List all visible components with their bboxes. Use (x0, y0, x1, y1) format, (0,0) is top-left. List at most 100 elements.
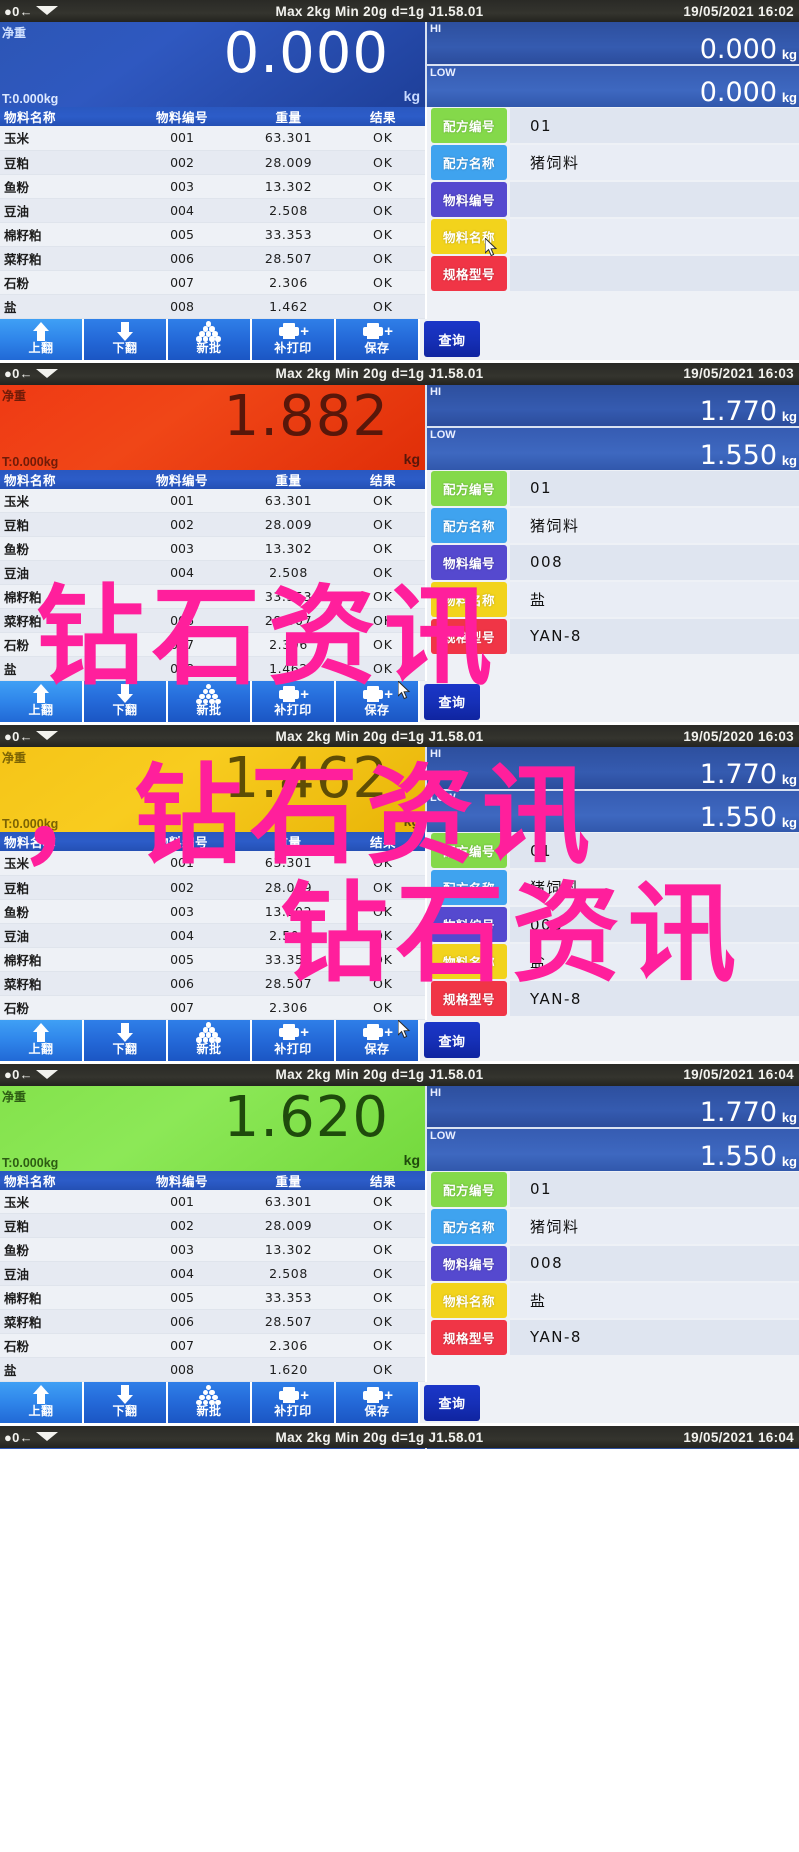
property-value-spec-model[interactable]: YAN-8 (510, 981, 799, 1016)
table-row[interactable]: 菜籽粕 006 28.507 OK (0, 246, 425, 271)
cell-result: OK (341, 246, 425, 271)
table-row[interactable]: 盐 008 1.620 OK (0, 1357, 425, 1382)
property-value-mat-name[interactable]: 盐 (510, 1282, 799, 1318)
toolbar-button-补打印[interactable]: + 补打印 (252, 681, 336, 722)
toolbar-button-上翻[interactable]: 上翻 (0, 1382, 84, 1423)
property-value-recipe-name[interactable]: 猪饲料 (510, 870, 799, 905)
property-key-mat-name[interactable]: 物料名称 (431, 944, 507, 979)
property-key-recipe-name[interactable]: 配方名称 (431, 1208, 507, 1244)
property-value-mat-no[interactable] (510, 182, 799, 217)
property-value-mat-no[interactable]: 008 (510, 907, 799, 942)
table-row[interactable]: 鱼粉 003 13.302 OK (0, 174, 425, 199)
property-value-spec-model[interactable] (510, 256, 799, 291)
property-value-mat-no[interactable]: 008 (510, 1245, 799, 1281)
table-row[interactable]: 盐 008 1.462 OK (0, 294, 425, 319)
property-key-recipe-no[interactable]: 配方编号 (431, 1171, 507, 1207)
property-value-recipe-no[interactable]: 01 (510, 470, 799, 506)
property-key-recipe-name[interactable]: 配方名称 (431, 870, 507, 905)
table-row[interactable]: 石粉 007 2.306 OK (0, 995, 425, 1020)
table-row[interactable]: 菜籽粕 006 28.507 OK (0, 971, 425, 996)
table-row[interactable]: 菜籽粕 006 28.507 OK (0, 608, 425, 633)
property-value-mat-name[interactable]: 盐 (510, 944, 799, 979)
property-value-mat-name[interactable]: 盐 (510, 581, 799, 617)
table-row[interactable]: 盐 008 1.462 OK (0, 656, 425, 681)
property-key-mat-no[interactable]: 物料编号 (431, 544, 507, 580)
table-row[interactable]: 豆油 004 2.508 OK (0, 1261, 425, 1286)
table-row[interactable]: 豆粕 002 28.009 OK (0, 875, 425, 900)
table-row[interactable]: 鱼粉 003 13.302 OK (0, 1237, 425, 1262)
property-key-spec-model[interactable]: 规格型号 (431, 618, 507, 654)
property-key-mat-no[interactable]: 物料编号 (431, 1245, 507, 1281)
table-row[interactable]: 菜籽粕 006 28.507 OK (0, 1309, 425, 1334)
low-limit-label: LOW (430, 429, 456, 441)
table-row[interactable]: 豆粕 002 28.009 OK (0, 1213, 425, 1238)
toolbar-button-保存[interactable]: + 保存 (336, 679, 420, 722)
table-row[interactable]: 玉米 001 63.301 OK (0, 851, 425, 876)
toolbar-button-补打印[interactable]: + 补打印 (252, 318, 336, 360)
property-key-recipe-name[interactable]: 配方名称 (431, 145, 507, 180)
table-row[interactable]: 石粉 007 2.306 OK (0, 632, 425, 657)
table-row[interactable]: 豆油 004 2.508 OK (0, 198, 425, 223)
table-row[interactable]: 玉米 001 63.301 OK (0, 126, 425, 151)
property-value-mat-name[interactable] (510, 219, 799, 254)
query-button[interactable]: 查询 (424, 683, 480, 720)
cell-result: OK (341, 1213, 425, 1238)
table-row[interactable]: 棉籽粕 005 33.353 OK (0, 584, 425, 609)
toolbar-button-下翻[interactable]: 下翻 (84, 318, 168, 360)
table-row[interactable]: 棉籽粕 005 33.353 OK (0, 1285, 425, 1310)
property-value-recipe-no[interactable]: 01 (510, 108, 799, 143)
property-key-spec-model[interactable]: 规格型号 (431, 1319, 507, 1355)
query-button[interactable]: 查询 (424, 321, 480, 357)
toolbar-button-补打印[interactable]: + 补打印 (252, 1019, 336, 1061)
toolbar-button-保存[interactable]: + 保存 (336, 1018, 420, 1061)
table-row[interactable]: 石粉 007 2.306 OK (0, 1333, 425, 1358)
toolbar-button-上翻[interactable]: 上翻 (0, 1019, 84, 1061)
table-row[interactable]: 棉籽粕 005 33.353 OK (0, 947, 425, 972)
property-value-spec-model[interactable]: YAN-8 (510, 618, 799, 654)
property-value-recipe-no[interactable]: 01 (510, 1171, 799, 1207)
query-button[interactable]: 查询 (424, 1384, 480, 1421)
property-value-mat-no[interactable]: 008 (510, 544, 799, 580)
property-key-mat-name[interactable]: 物料名称 (431, 219, 507, 254)
toolbar-button-新批[interactable]: 新批 (168, 681, 252, 722)
cell-weight: 2.306 (236, 1333, 341, 1358)
table-row[interactable]: 豆粕 002 28.009 OK (0, 150, 425, 175)
property-value-recipe-name[interactable]: 猪饲料 (510, 145, 799, 180)
toolbar-button-上翻[interactable]: 上翻 (0, 681, 84, 722)
property-key-mat-no[interactable]: 物料编号 (431, 907, 507, 942)
query-button[interactable]: 查询 (424, 1022, 480, 1058)
property-key-mat-name[interactable]: 物料名称 (431, 1282, 507, 1318)
property-panel: 配方编号 01 配方名称 猪饲料 物料编号 008 物料名称盐规格型号 YAN-8 (425, 469, 799, 681)
property-key-recipe-no[interactable]: 配方编号 (431, 470, 507, 506)
property-value-spec-model[interactable]: YAN-8 (510, 1319, 799, 1355)
property-key-mat-name[interactable]: 物料名称 (431, 581, 507, 617)
table-row[interactable]: 豆油 004 2.508 OK (0, 923, 425, 948)
table-row[interactable]: 豆油 004 2.508 OK (0, 560, 425, 585)
toolbar-button-新批[interactable]: 新批 (168, 1019, 252, 1061)
table-row[interactable]: 棉籽粕 005 33.353 OK (0, 222, 425, 247)
toolbar-button-新批[interactable]: 新批 (168, 1382, 252, 1423)
table-row[interactable]: 玉米 001 63.301 OK (0, 488, 425, 513)
table-row[interactable]: 玉米 001 63.301 OK (0, 1189, 425, 1214)
toolbar-button-下翻[interactable]: 下翻 (84, 681, 168, 722)
table-row[interactable]: 鱼粉 003 13.302 OK (0, 899, 425, 924)
toolbar-button-新批[interactable]: 新批 (168, 318, 252, 360)
property-key-spec-model[interactable]: 规格型号 (431, 256, 507, 291)
property-key-recipe-no[interactable]: 配方编号 (431, 108, 507, 143)
table-row[interactable]: 鱼粉 003 13.302 OK (0, 536, 425, 561)
toolbar-button-保存[interactable]: + 保存 (336, 1382, 420, 1423)
property-value-recipe-name[interactable]: 猪饲料 (510, 507, 799, 543)
toolbar-button-下翻[interactable]: 下翻 (84, 1019, 168, 1061)
property-value-recipe-name[interactable]: 猪饲料 (510, 1208, 799, 1244)
table-row[interactable]: 石粉 007 2.306 OK (0, 270, 425, 295)
toolbar-button-上翻[interactable]: 上翻 (0, 318, 84, 360)
property-key-recipe-name[interactable]: 配方名称 (431, 507, 507, 543)
property-value-recipe-no[interactable]: 01 (510, 833, 799, 868)
toolbar-button-保存[interactable]: + 保存 (336, 318, 420, 360)
toolbar-button-补打印[interactable]: + 补打印 (252, 1382, 336, 1423)
property-key-spec-model[interactable]: 规格型号 (431, 981, 507, 1016)
property-key-recipe-no[interactable]: 配方编号 (431, 833, 507, 868)
table-row[interactable]: 豆粕 002 28.009 OK (0, 512, 425, 537)
property-key-mat-no[interactable]: 物料编号 (431, 182, 507, 217)
toolbar-button-下翻[interactable]: 下翻 (84, 1382, 168, 1423)
